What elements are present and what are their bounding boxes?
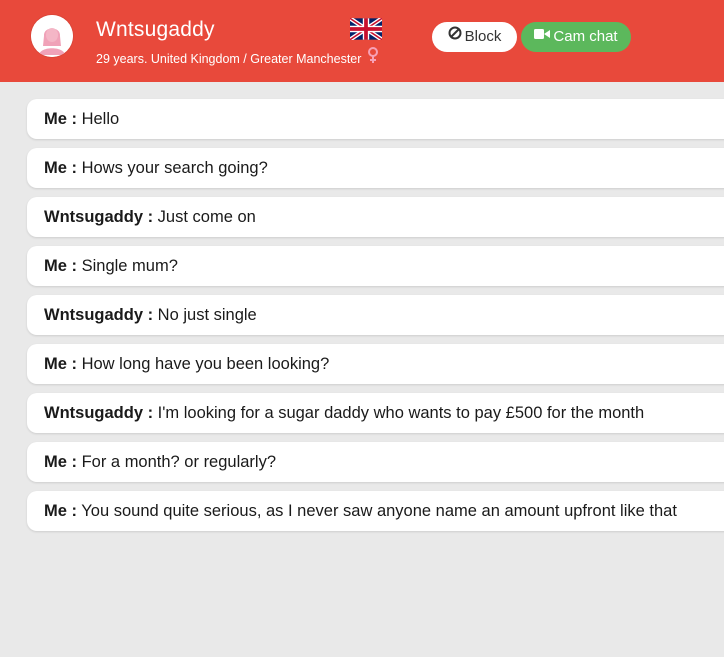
message-sender: Me :: [44, 257, 77, 275]
cam-chat-button[interactable]: Cam chat: [521, 22, 631, 52]
message-sender: Wntsugaddy :: [44, 404, 154, 422]
chat-message-list: Me : Hello Me : Hows your search going? …: [27, 99, 724, 540]
chat-message: Me : How long have you been looking?: [27, 344, 724, 384]
message-text: Single mum?: [81, 257, 178, 275]
message-sender: Me :: [44, 159, 77, 177]
ban-icon: [448, 21, 462, 51]
female-symbol-icon: [367, 46, 379, 69]
message-sender: Me :: [44, 502, 77, 520]
message-text: Hows your search going?: [81, 159, 268, 177]
chat-message: Wntsugaddy : No just single: [27, 295, 724, 335]
chat-message: Wntsugaddy : I'm looking for a sugar dad…: [27, 393, 724, 433]
message-text: No just single: [157, 306, 257, 324]
message-text: Hello: [81, 110, 120, 128]
chat-message: Me : For a month? or regularly?: [27, 442, 724, 482]
message-sender: Me :: [44, 355, 77, 373]
chat-message: Me : Hows your search going?: [27, 148, 724, 188]
uk-flag-icon: [348, 16, 384, 45]
chat-message: Me : Single mum?: [27, 246, 724, 286]
chat-message: Me : You sound quite serious, as I never…: [27, 491, 724, 531]
cam-chat-button-label: Cam chat: [553, 28, 618, 46]
profile-subinfo: 29 years. United Kingdom / Greater Manch…: [96, 52, 362, 66]
video-camera-icon: [534, 21, 551, 51]
profile-username: Wntsugaddy: [96, 18, 215, 41]
block-button[interactable]: Block: [432, 22, 517, 52]
chat-message: Me : Hello: [27, 99, 724, 139]
profile-header: Wntsugaddy 29 years. United Kingdom / Gr…: [0, 0, 724, 82]
block-button-label: Block: [464, 28, 502, 46]
message-text: How long have you been looking?: [81, 355, 330, 373]
female-avatar-icon[interactable]: [31, 15, 73, 57]
message-sender: Me :: [44, 110, 77, 128]
message-sender: Wntsugaddy :: [44, 208, 154, 226]
message-text: You sound quite serious, as I never saw …: [81, 502, 677, 520]
chat-message: Wntsugaddy : Just come on: [27, 197, 724, 237]
message-text: I'm looking for a sugar daddy who wants …: [157, 404, 645, 422]
message-text: For a month? or regularly?: [81, 453, 277, 471]
message-text: Just come on: [157, 208, 256, 226]
message-sender: Wntsugaddy :: [44, 306, 154, 324]
message-sender: Me :: [44, 453, 77, 471]
